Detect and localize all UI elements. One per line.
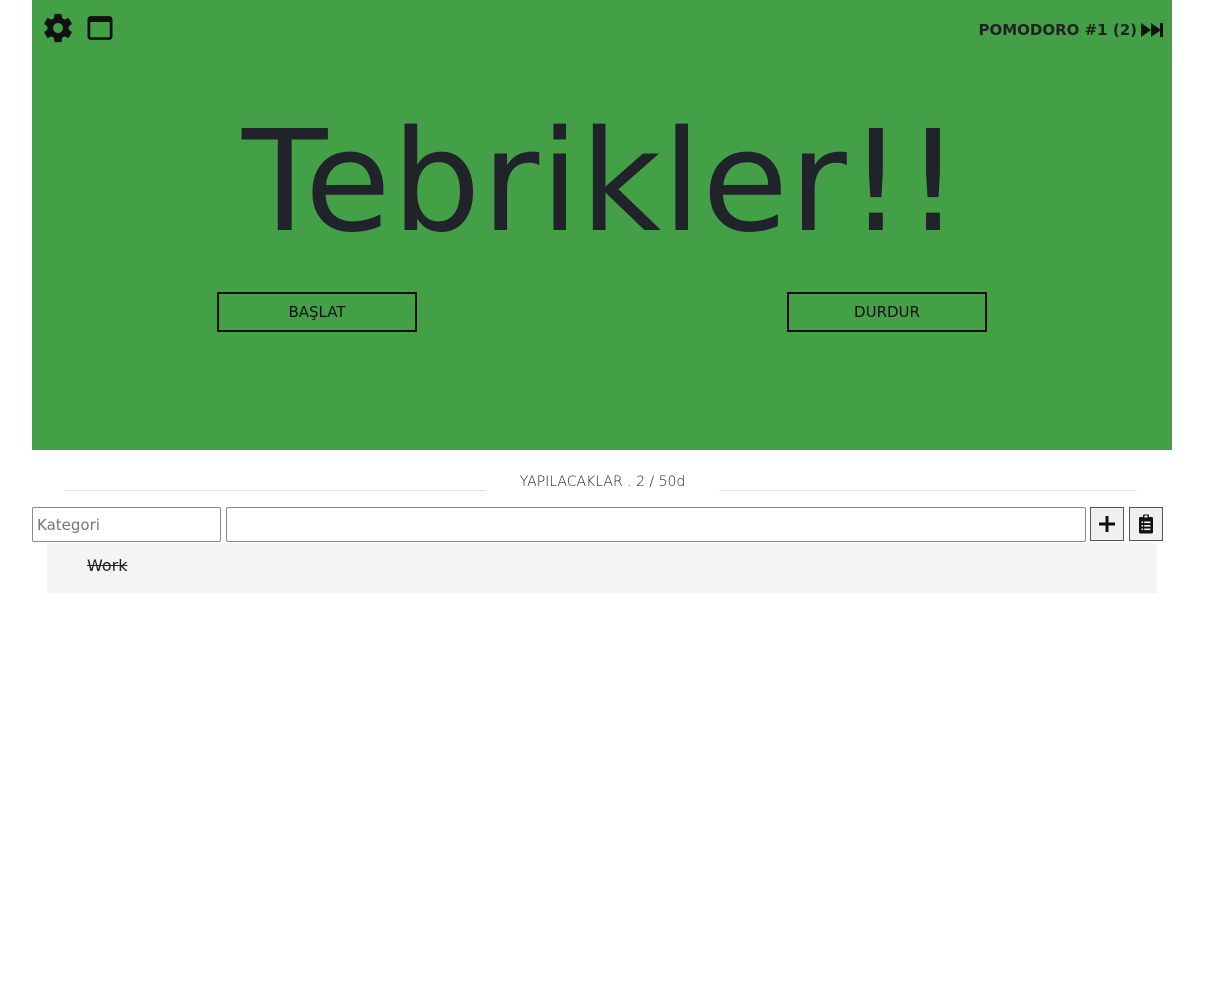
start-button[interactable]: BAŞLAT — [217, 292, 417, 332]
todo-list: Work — [47, 543, 1157, 593]
todo-input-row — [32, 507, 1172, 543]
window-icon — [87, 16, 113, 40]
timer-panel: POMODORO #1 (2) Tebrikler!! BAŞLAT DURDU… — [32, 0, 1172, 450]
category-input[interactable] — [32, 507, 221, 542]
clipboard-list-icon — [1139, 514, 1153, 534]
settings-button[interactable] — [40, 10, 76, 46]
divider — [65, 490, 486, 491]
window-mode-button[interactable] — [82, 10, 118, 46]
list-item[interactable]: Work — [87, 556, 128, 575]
task-list-button[interactable] — [1129, 507, 1163, 541]
stop-button[interactable]: DURDUR — [787, 292, 987, 332]
fast-forward-icon — [1141, 23, 1163, 37]
timer-message: Tebrikler!! — [241, 101, 963, 264]
task-input[interactable] — [226, 507, 1086, 542]
pomodoro-counter: POMODORO #1 (2) — [978, 21, 1137, 39]
add-task-button[interactable] — [1090, 507, 1124, 541]
gear-icon — [44, 13, 72, 43]
todo-section-header: YAPILACAKLAR . 2 / 50d — [65, 472, 1137, 498]
todo-title: YAPILACAKLAR . 2 / 50d — [519, 474, 686, 490]
pomodoro-skip-button[interactable]: POMODORO #1 (2) — [978, 18, 1164, 42]
plus-icon — [1099, 516, 1115, 532]
divider — [719, 490, 1137, 491]
